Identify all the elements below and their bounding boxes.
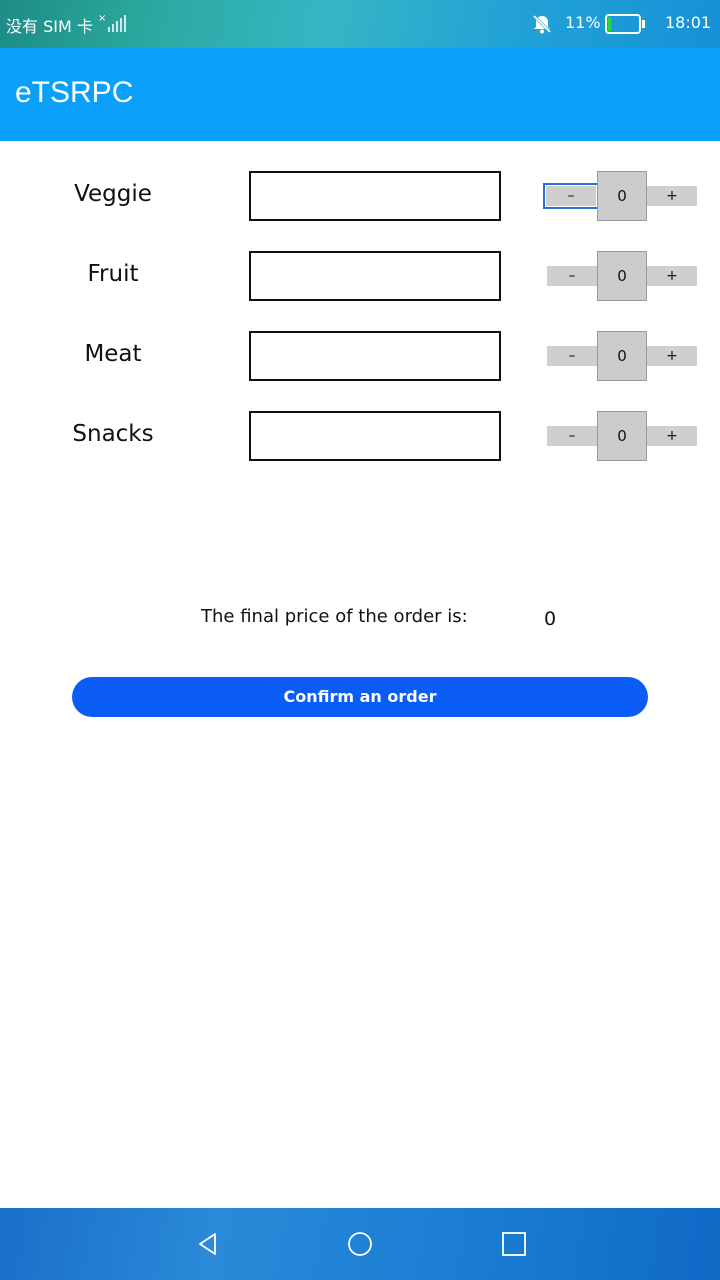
increment-button[interactable]: + [647, 266, 697, 286]
item-input[interactable] [249, 171, 501, 221]
system-nav-bar [0, 1208, 720, 1280]
item-label: Fruit [87, 261, 139, 287]
item-row-veggie: Veggie – 0 + [0, 171, 720, 221]
recent-apps-icon[interactable] [501, 1231, 527, 1257]
battery-percent: 11% [565, 13, 601, 32]
quantity-value[interactable]: 0 [597, 411, 647, 461]
page-title: eTSRPC [15, 76, 134, 109]
no-sim-signal-icon: × [98, 13, 126, 32]
quantity-stepper: – 0 + [547, 411, 697, 461]
quantity-value[interactable]: 0 [597, 171, 647, 221]
final-price-label: The final price of the order is: [201, 606, 468, 627]
item-row-snacks: Snacks – 0 + [0, 411, 720, 461]
increment-button[interactable]: + [647, 346, 697, 366]
quantity-stepper: – 0 + [547, 251, 697, 301]
home-icon[interactable] [347, 1231, 373, 1257]
item-row-meat: Meat – 0 + [0, 331, 720, 381]
status-bar: 没有 SIM 卡 × 11% 18:01 [0, 0, 720, 48]
decrement-button[interactable]: – [547, 346, 597, 366]
svg-text:×: × [98, 13, 106, 24]
quantity-value[interactable]: 0 [597, 251, 647, 301]
quantity-stepper: – 0 + [547, 331, 697, 381]
final-price-value: 0 [544, 608, 557, 630]
decrement-button[interactable]: – [547, 266, 597, 286]
quantity-stepper: – 0 + [543, 171, 697, 221]
item-input[interactable] [249, 331, 501, 381]
decrement-button[interactable]: – [543, 183, 599, 209]
increment-button[interactable]: + [647, 426, 697, 446]
item-label: Meat [84, 341, 142, 367]
bell-muted-icon [532, 14, 552, 34]
clock-time: 18:01 [665, 13, 712, 32]
confirm-order-button[interactable]: Confirm an order [72, 677, 648, 717]
item-row-fruit: Fruit – 0 + [0, 251, 720, 301]
carrier-text: 没有 SIM 卡 [6, 17, 93, 36]
increment-button[interactable]: + [647, 186, 697, 206]
decrement-button[interactable]: – [547, 426, 597, 446]
item-input[interactable] [249, 251, 501, 301]
item-label: Snacks [72, 421, 154, 447]
app-header: eTSRPC [0, 48, 720, 141]
back-icon[interactable] [195, 1231, 221, 1257]
item-input[interactable] [249, 411, 501, 461]
item-label: Veggie [74, 181, 152, 207]
quantity-value[interactable]: 0 [597, 331, 647, 381]
battery-icon [605, 14, 645, 34]
